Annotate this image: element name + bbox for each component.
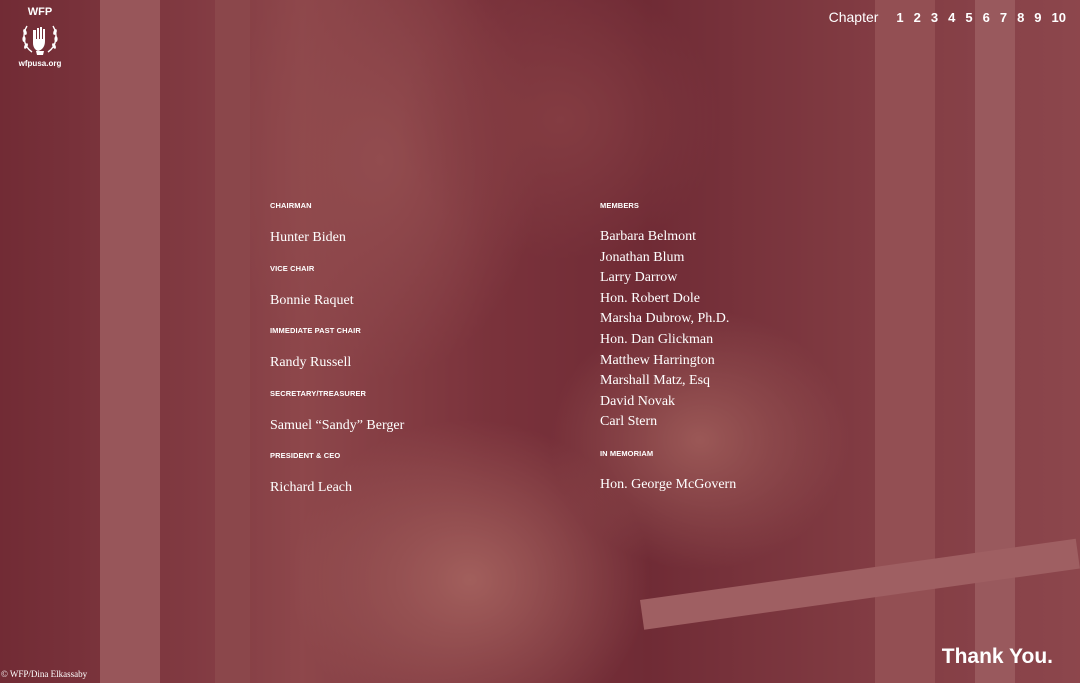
chapter-link-6[interactable]: 6 bbox=[983, 10, 990, 25]
logo-url: wfpusa.org bbox=[18, 59, 62, 68]
officer-name: Richard Leach bbox=[270, 480, 353, 496]
officer-role: CHAIRMAN bbox=[270, 201, 312, 210]
chapter-link-3[interactable]: 3 bbox=[931, 10, 938, 25]
background-photo bbox=[0, 0, 1080, 683]
chapter-label: Chapter bbox=[828, 9, 879, 25]
officer-past-chair: IMMEDIATE PAST CHAIR Randy Russell bbox=[270, 326, 404, 374]
thank-you-heading: Thank You. bbox=[941, 645, 1053, 668]
officer-chairman: CHAIRMAN Hunter Biden bbox=[270, 201, 404, 249]
members-heading: MEMBERS bbox=[600, 201, 640, 210]
wfp-logo[interactable]: WFP wfpusa.org bbox=[16, 6, 64, 68]
logo-abbr: WFP bbox=[27, 6, 53, 18]
member-name: Hon. Dan Glickman bbox=[600, 331, 714, 347]
memoriam-name: Hon. George McGovern bbox=[600, 476, 737, 492]
officer-role: VICE CHAIR bbox=[270, 263, 315, 273]
officer-president-ceo: PRESIDENT & CEO Richard Leach bbox=[270, 451, 404, 499]
member-name: Jonathan Blum bbox=[600, 249, 685, 265]
officer-name: Hunter Biden bbox=[270, 230, 346, 245]
chapter-link-10[interactable]: 10 bbox=[1052, 10, 1066, 25]
member-name: Hon. Robert Dole bbox=[600, 290, 700, 306]
officer-name: Randy Russell bbox=[270, 355, 352, 371]
chapter-link-8[interactable]: 8 bbox=[1017, 10, 1024, 25]
member-name: Marsha Dubrow, Ph.D. bbox=[600, 311, 730, 327]
members-list: Barbara Belmont Jonathan Blum Larry Darr… bbox=[600, 227, 736, 433]
chapter-link-7[interactable]: 7 bbox=[1000, 10, 1007, 25]
members-column: MEMBERS Barbara Belmont Jonathan Blum La… bbox=[600, 201, 736, 496]
chapter-link-4[interactable]: 4 bbox=[948, 10, 955, 25]
chapter-link-5[interactable]: 5 bbox=[965, 10, 972, 25]
chapter-nav: Chapter 1 2 3 4 5 6 7 8 9 10 bbox=[829, 9, 1066, 25]
member-name: Carl Stern bbox=[600, 414, 658, 430]
chapter-link-1[interactable]: 1 bbox=[896, 10, 903, 25]
officer-role: IMMEDIATE PAST CHAIR bbox=[270, 326, 361, 336]
wfp-emblem-icon bbox=[22, 25, 58, 55]
member-name: Larry Darrow bbox=[600, 270, 678, 286]
memoriam-heading: IN MEMORIAM bbox=[600, 448, 654, 458]
officers-column: CHAIRMAN Hunter Biden VICE CHAIR Bonnie … bbox=[270, 201, 404, 514]
officer-name: Bonnie Raquet bbox=[270, 292, 354, 308]
officer-role: PRESIDENT & CEO bbox=[270, 451, 341, 461]
member-name: Marshall Matz, Esq bbox=[600, 373, 711, 389]
photo-credit: © WFP/Dina Elkassaby bbox=[1, 669, 88, 679]
officer-name: Samuel “Sandy” Berger bbox=[270, 417, 405, 433]
officer-vice-chair: VICE CHAIR Bonnie Raquet bbox=[270, 264, 404, 312]
officer-secretary-treasurer: SECRETARY/TREASURER Samuel “Sandy” Berge… bbox=[270, 389, 404, 437]
chapter-link-2[interactable]: 2 bbox=[914, 10, 921, 25]
chapter-link-9[interactable]: 9 bbox=[1034, 10, 1041, 25]
member-name: David Novak bbox=[600, 393, 676, 409]
member-name: Matthew Harrington bbox=[600, 352, 715, 368]
member-name: Barbara Belmont bbox=[600, 229, 697, 244]
officer-role: SECRETARY/TREASURER bbox=[270, 388, 367, 398]
